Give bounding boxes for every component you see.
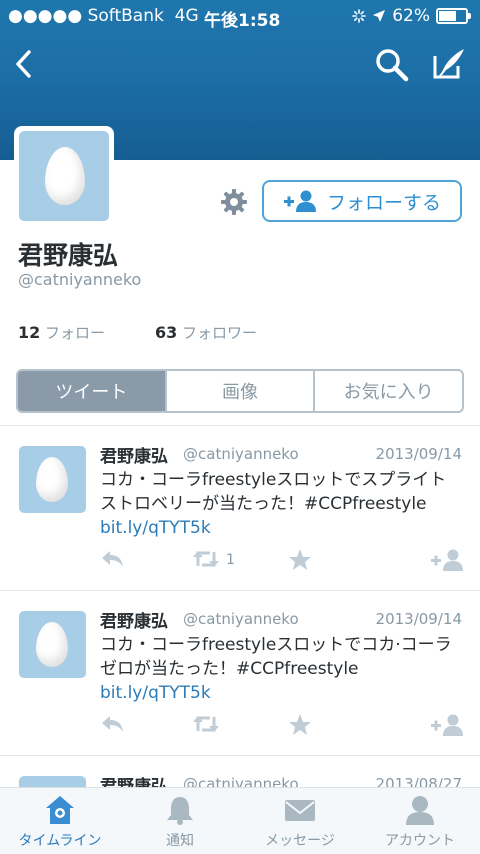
tweet-author-handle: @catniyanneko <box>183 445 299 463</box>
egg-avatar-icon <box>45 147 85 205</box>
tweet-date: 2013/09/14 <box>375 445 462 463</box>
tweet-avatar[interactable] <box>19 446 86 513</box>
tweet[interactable]: 君野康弘 @catniyanneko 2013/09/14 コカ・コーラfree… <box>0 591 480 756</box>
tweet-author-name: 君野康弘 <box>100 612 168 632</box>
avatar[interactable] <box>19 131 109 221</box>
tweet-date: 2013/09/14 <box>375 610 462 628</box>
battery-icon <box>436 8 471 24</box>
status-bar: ●●●●● SoftBank 4G 午後1:58 62% <box>0 0 480 36</box>
tweet-author-name: 君野康弘 <box>100 447 168 467</box>
tweet-text: コカ・コーラfreestyleスロットでコカ·コーラ ゼロが当たった！#CCPf… <box>100 633 464 705</box>
tab-images[interactable]: 画像 <box>164 371 314 411</box>
add-user-icon[interactable] <box>430 548 464 572</box>
bell-icon <box>167 797 193 825</box>
tab-messages-label: メッセージ <box>265 833 335 849</box>
tweet-text-content: コカ・コーラfreestyleスロットでスプライト ストロベリーが当たった！#C… <box>100 470 447 514</box>
following-count: 12 <box>18 323 41 342</box>
add-user-icon[interactable] <box>430 713 464 737</box>
add-user-icon <box>283 190 316 212</box>
profile-handle: @catniyanneko <box>18 270 142 289</box>
search-icon[interactable] <box>374 47 410 83</box>
person-icon <box>406 796 434 825</box>
retweet-icon[interactable] <box>192 548 220 570</box>
battery-percent: 62% <box>392 6 430 26</box>
bottom-tab-bar: タイムライン 通知 メッセージ アカウント <box>0 787 480 854</box>
status-right: 62% <box>352 6 471 26</box>
compose-icon[interactable] <box>430 46 468 82</box>
location-arrow-icon <box>373 10 386 22</box>
tab-account[interactable]: アカウント <box>360 788 480 854</box>
star-icon[interactable] <box>288 713 312 737</box>
profile-name: 君野康弘 <box>18 241 119 270</box>
gear-icon[interactable] <box>220 188 248 216</box>
tweet-actions <box>100 713 464 739</box>
star-icon[interactable] <box>288 548 312 572</box>
reply-icon[interactable] <box>100 713 126 735</box>
envelope-icon <box>285 800 315 821</box>
tab-messages[interactable]: メッセージ <box>240 788 360 854</box>
tab-notifications[interactable]: 通知 <box>120 788 240 854</box>
tab-timeline[interactable]: タイムライン <box>0 788 120 854</box>
followers-stat[interactable]: 63 フォロワー <box>155 322 257 343</box>
tab-notifications-label: 通知 <box>166 833 194 849</box>
network-label: 4G <box>174 6 199 26</box>
home-icon <box>46 796 74 824</box>
tweet-text-content: コカ・コーラfreestyleスロットでコカ·コーラ ゼロが当たった！#CCPf… <box>100 635 452 679</box>
tab-timeline-label: タイムライン <box>18 833 102 849</box>
tab-account-label: アカウント <box>385 833 455 849</box>
following-stat[interactable]: 12 フォロー <box>18 322 105 343</box>
followers-count: 63 <box>155 323 178 342</box>
egg-avatar-icon <box>36 457 68 502</box>
tweet-link[interactable]: bit.ly/qTYT5k <box>100 518 211 538</box>
follow-button-label: フォローする <box>326 191 441 214</box>
reply-icon[interactable] <box>100 548 126 570</box>
tab-tweets[interactable]: ツイート <box>18 371 165 411</box>
tweet-avatar[interactable] <box>19 611 86 678</box>
activity-spinner-icon <box>352 9 367 23</box>
carrier-label: ●●●●● SoftBank <box>8 6 164 26</box>
retweet-icon[interactable] <box>192 713 220 735</box>
clock: 午後1:58 <box>204 11 281 31</box>
tab-favorites[interactable]: お気に入り <box>313 371 462 411</box>
tweet-text: コカ・コーラfreestyleスロットでスプライト ストロベリーが当たった！#C… <box>100 468 464 540</box>
following-label: フォロー <box>45 324 106 342</box>
tweet-actions: 1 <box>100 548 464 574</box>
tweet-link[interactable]: bit.ly/qTYT5k <box>100 683 211 703</box>
tweet-author-handle: @catniyanneko <box>183 610 299 628</box>
followers-label: フォロワー <box>182 324 258 342</box>
retweet-count: 1 <box>226 552 235 568</box>
follow-button[interactable]: フォローする <box>262 180 462 222</box>
carrier-info: ●●●●● SoftBank 4G <box>8 6 199 26</box>
profile-tabs: ツイート 画像 お気に入り <box>16 369 464 413</box>
chevron-left-icon[interactable] <box>12 48 36 80</box>
tweet[interactable]: 君野康弘 @catniyanneko 2013/09/14 コカ・コーラfree… <box>0 426 480 591</box>
egg-avatar-icon <box>36 622 68 667</box>
battery-level-fill <box>439 11 457 21</box>
